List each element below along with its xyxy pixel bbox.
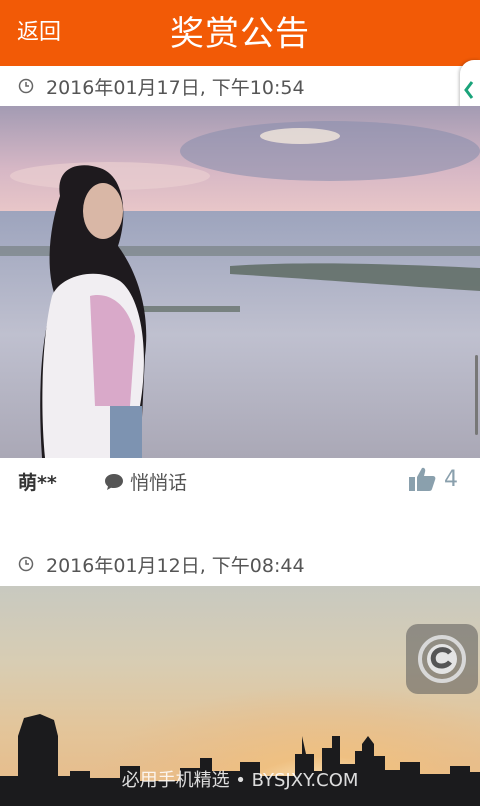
floating-c-logo-icon [418,635,466,683]
post-meta-row: 萌** 悄悄话 4 [0,458,480,506]
thumbs-up-icon [409,467,436,491]
watermark-text: 必用手机精选 • BYSJXY.COM [121,770,359,791]
post-separator [0,506,480,542]
clock-icon [18,556,34,572]
like-button[interactable]: 4 [408,466,458,492]
clock-icon [18,78,34,94]
announcement-feed: 2016年01月17日, 下午10:54 萌** 悄悄话 4 2016年01月1… [0,66,480,806]
post-time-row: 2016年01月17日, 下午10:54 [0,66,480,106]
speech-bubble-icon [105,473,123,490]
post-username: 萌** [18,472,57,494]
post-time: 2016年01月17日, 下午10:54 [46,76,305,99]
post-time-row: 2016年01月12日, 下午08:44 [0,542,480,586]
header-bar: 返回 奖赏公告 [0,0,480,66]
like-count: 4 [444,466,458,492]
scrollbar[interactable] [475,355,478,435]
beach-photo-image [0,106,480,458]
floating-assistant-button[interactable] [406,624,478,694]
post-photo-beach[interactable] [0,106,480,458]
whisper-button[interactable]: 悄悄话 [104,468,187,495]
page-title: 奖赏公告 [170,14,310,54]
whisper-label: 悄悄话 [130,472,188,494]
post-time: 2016年01月12日, 下午08:44 [46,554,305,577]
